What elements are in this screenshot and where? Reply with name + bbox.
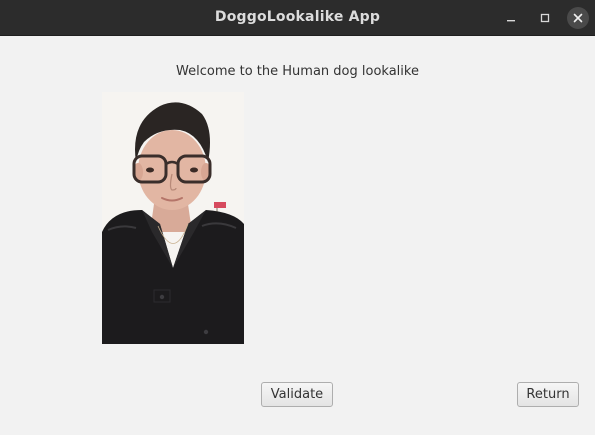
main-content: Welcome to the Human dog lookalike Valid… bbox=[0, 36, 595, 435]
minimize-icon bbox=[507, 20, 515, 22]
portrait-image bbox=[102, 92, 244, 344]
title-bar[interactable]: DoggoLookalike App bbox=[0, 0, 595, 36]
minimize-button[interactable] bbox=[500, 7, 522, 29]
person-photo bbox=[102, 92, 244, 344]
close-icon bbox=[573, 13, 583, 23]
app-window: DoggoLookalike App Welcome to the Human … bbox=[0, 0, 595, 435]
validate-button[interactable]: Validate bbox=[261, 382, 333, 407]
return-button[interactable]: Return bbox=[517, 382, 579, 407]
maximize-icon bbox=[540, 13, 550, 23]
close-button[interactable] bbox=[567, 7, 589, 29]
welcome-label: Welcome to the Human dog lookalike bbox=[176, 64, 419, 79]
maximize-button[interactable] bbox=[534, 7, 556, 29]
